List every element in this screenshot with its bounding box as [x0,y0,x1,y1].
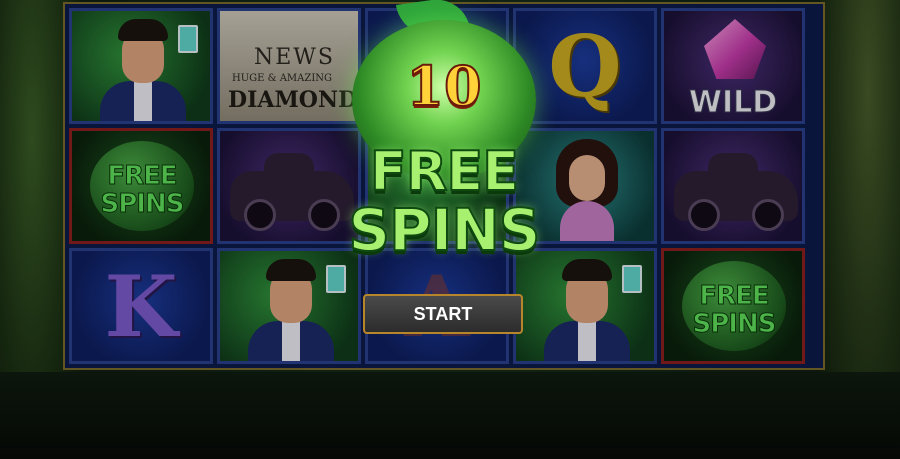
newspaper-title: NEWS [254,45,335,70]
start-button[interactable]: START [363,294,523,334]
jungle-floor [0,372,900,459]
q-letter: Q [548,17,622,116]
whisky-glass-icon [622,265,642,293]
symbol-free-spins: FREE SPINS [69,128,213,244]
symbol-vintage-car-2 [661,128,805,244]
symbol-gangster-man-2 [217,248,361,364]
vintage-car-icon [674,153,798,231]
newspaper-subtitle: HUGE & AMAZING [232,73,333,84]
free-spins-count: 10 [405,53,482,119]
vintage-car-icon [230,153,354,231]
k-letter: K [104,257,178,356]
symbol-newspaper: NEWS HUGE & AMAZING DIAMOND [217,8,361,124]
gangster-man-icon [542,259,632,361]
free-spins-title-line2: SPINS [347,195,541,265]
symbol-vintage-car [217,128,361,244]
free-spins-title-line1: FREE [369,140,520,203]
woman-martini-icon [542,139,632,241]
symbol-gangster-man-3 [513,248,657,364]
gangster-man-icon [246,259,336,361]
free-spins-scatter-icon: FREE SPINS [682,261,786,351]
gangster-man-icon [98,19,188,121]
whisky-glass-icon [326,265,346,293]
symbol-free-spins-2: FREE SPINS [661,248,805,364]
wild-label: WILD [688,85,778,121]
newspaper-headline: DIAMOND [228,87,358,113]
symbol-wild: WILD [661,8,805,124]
wild-diamond-icon [704,19,766,79]
free-spins-scatter-icon: FREE SPINS [90,141,194,231]
whisky-glass-icon [178,25,198,53]
symbol-gangster-man [69,8,213,124]
symbol-k: K [69,248,213,364]
